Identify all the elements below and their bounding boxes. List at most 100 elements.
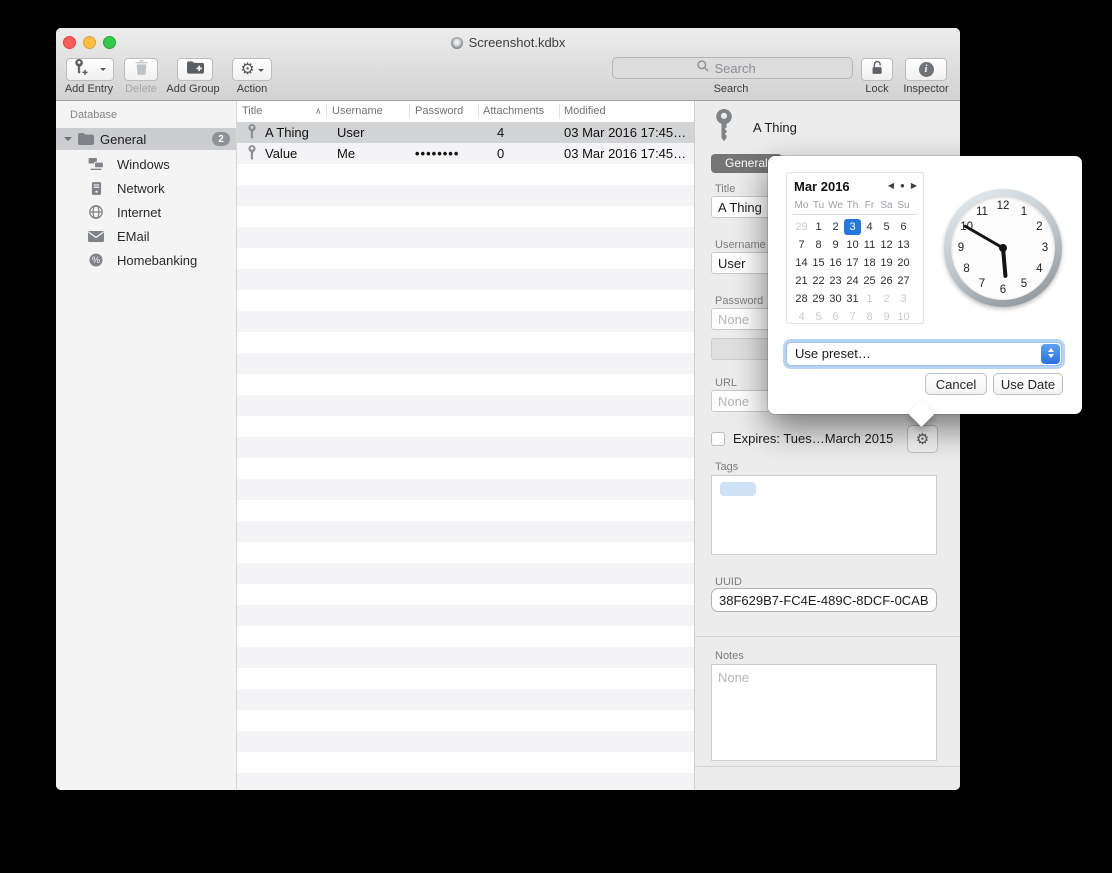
calendar-day[interactable]: 26 xyxy=(878,273,895,289)
expires-settings-button[interactable]: ⚙ xyxy=(907,425,938,453)
inspector-label: Inspector xyxy=(903,83,948,95)
table-body[interactable]: A ThingUser403 Mar 2016 17:45…ValueMe•••… xyxy=(237,122,694,790)
calendar-day[interactable]: 14 xyxy=(793,255,810,271)
add-entry-dropdown-button[interactable] xyxy=(93,58,114,81)
sidebar-item-homebanking[interactable]: %Homebanking xyxy=(56,249,236,271)
search-field[interactable] xyxy=(612,57,853,79)
calendar-week: 28293031123 xyxy=(793,291,912,308)
preset-dropdown[interactable]: Use preset… xyxy=(786,342,1062,366)
calendar-day[interactable]: 2 xyxy=(827,219,844,235)
calendar-day[interactable]: 12 xyxy=(878,237,895,253)
calendar-day[interactable]: 9 xyxy=(878,309,895,325)
column-header-attachments[interactable]: Attachments xyxy=(483,101,544,122)
action-button[interactable]: ⚙ xyxy=(232,58,272,81)
calendar-day[interactable]: 3 xyxy=(895,291,912,307)
search-icon xyxy=(697,59,709,77)
calendar-day[interactable]: 28 xyxy=(793,291,810,307)
column-header-password[interactable]: Password xyxy=(415,101,463,122)
calendar-day[interactable]: 27 xyxy=(895,273,912,289)
lock-button[interactable] xyxy=(861,58,893,81)
add-entry-button[interactable] xyxy=(66,58,94,81)
sidebar-item-general[interactable]: General 2 xyxy=(56,128,236,150)
sidebar-item-label: Homebanking xyxy=(117,253,197,268)
next-month-button[interactable]: ▶ xyxy=(911,182,917,190)
cancel-button[interactable]: Cancel xyxy=(925,373,987,395)
calendar-day[interactable]: 10 xyxy=(895,309,912,325)
entry-title: A Thing xyxy=(753,120,797,135)
calendar-day[interactable]: 7 xyxy=(844,309,861,325)
sidebar-item-label: Internet xyxy=(117,205,161,220)
calendar-day[interactable]: 25 xyxy=(861,273,878,289)
calendar-day-header: Su xyxy=(895,200,912,211)
calendar-day[interactable]: 16 xyxy=(827,255,844,271)
analog-clock[interactable]: 123456789101112 xyxy=(944,189,1062,307)
calendar-day[interactable]: 5 xyxy=(810,309,827,325)
add-group-label: Add Group xyxy=(166,83,219,95)
calendar-day[interactable]: 20 xyxy=(895,255,912,271)
cell-password: •••••••• xyxy=(415,143,459,164)
divider xyxy=(695,636,960,637)
calendar-day[interactable]: 24 xyxy=(844,273,861,289)
expires-checkbox[interactable] xyxy=(711,432,725,446)
info-icon: i xyxy=(919,62,934,77)
calendar-day[interactable]: 5 xyxy=(878,219,895,235)
calendar-day[interactable]: 23 xyxy=(827,273,844,289)
username-field-label: Username xyxy=(715,239,766,251)
calendar-day[interactable]: 2 xyxy=(878,291,895,307)
tags-field[interactable] xyxy=(711,475,937,555)
search-input[interactable] xyxy=(713,60,769,77)
previous-month-button[interactable]: ◀ xyxy=(888,182,894,190)
calendar-day[interactable]: 1 xyxy=(810,219,827,235)
calendar-day[interactable]: 9 xyxy=(827,237,844,253)
column-header-title[interactable]: Title xyxy=(242,101,262,122)
column-header-username[interactable]: Username xyxy=(332,101,383,122)
calendar-day[interactable]: 13 xyxy=(895,237,912,253)
calendar-day[interactable]: 6 xyxy=(895,219,912,235)
use-date-button[interactable]: Use Date xyxy=(993,373,1063,395)
column-separator xyxy=(326,104,327,119)
notes-field[interactable] xyxy=(711,664,937,761)
disclosure-triangle-icon[interactable] xyxy=(64,137,72,145)
calendar-day[interactable]: 15 xyxy=(810,255,827,271)
calendar-day[interactable]: 8 xyxy=(810,237,827,253)
calendar-day[interactable]: 22 xyxy=(810,273,827,289)
calendar-day[interactable]: 29 xyxy=(793,219,810,235)
calendar-day[interactable]: 29 xyxy=(810,291,827,307)
calendar-day[interactable]: 18 xyxy=(861,255,878,271)
calendar-day[interactable]: 11 xyxy=(861,237,878,253)
calendar-day[interactable]: 4 xyxy=(793,309,810,325)
calendar-grid: 2912345678910111213141516171819202122232… xyxy=(793,219,912,327)
calendar-day[interactable]: 19 xyxy=(878,255,895,271)
table-row[interactable]: ValueMe••••••••003 Mar 2016 17:45… xyxy=(237,143,694,164)
calendar-day[interactable]: 31 xyxy=(844,291,861,307)
calendar-day[interactable]: 6 xyxy=(827,309,844,325)
today-button[interactable]: ● xyxy=(900,182,905,190)
add-group-button[interactable] xyxy=(177,58,213,81)
key-icon xyxy=(713,109,735,150)
table-row[interactable]: A ThingUser403 Mar 2016 17:45… xyxy=(237,122,694,143)
sidebar-item-network[interactable]: Network xyxy=(56,177,236,199)
sidebar-item-windows[interactable]: Windows xyxy=(56,153,236,175)
calendar-nav: ◀ ● ▶ xyxy=(888,182,917,190)
calendar-day[interactable]: 8 xyxy=(861,309,878,325)
window-title: Screenshot.kdbx xyxy=(469,35,566,50)
windows-network-icon xyxy=(87,158,105,170)
padlock-icon xyxy=(871,60,883,80)
delete-button[interactable] xyxy=(124,58,158,81)
calendar-day[interactable]: 21 xyxy=(793,273,810,289)
column-separator xyxy=(559,104,560,119)
inspector-button[interactable]: i xyxy=(905,58,947,81)
column-header-modified[interactable]: Modified xyxy=(564,101,606,122)
sidebar-item-internet[interactable]: Internet xyxy=(56,201,236,223)
calendar-day[interactable]: 10 xyxy=(844,237,861,253)
tag-token[interactable] xyxy=(720,482,756,496)
calendar-day-selected[interactable]: 3 xyxy=(844,219,861,235)
delete-label: Delete xyxy=(125,83,157,95)
calendar-day[interactable]: 30 xyxy=(827,291,844,307)
calendar-day[interactable]: 7 xyxy=(793,237,810,253)
calendar-day[interactable]: 4 xyxy=(861,219,878,235)
calendar-day[interactable]: 17 xyxy=(844,255,861,271)
calendar-day[interactable]: 1 xyxy=(861,291,878,307)
uuid-field[interactable]: 38F629B7-FC4E-489C-8DCF-0CAB xyxy=(711,588,937,612)
sidebar-item-email[interactable]: EMail xyxy=(56,225,236,247)
